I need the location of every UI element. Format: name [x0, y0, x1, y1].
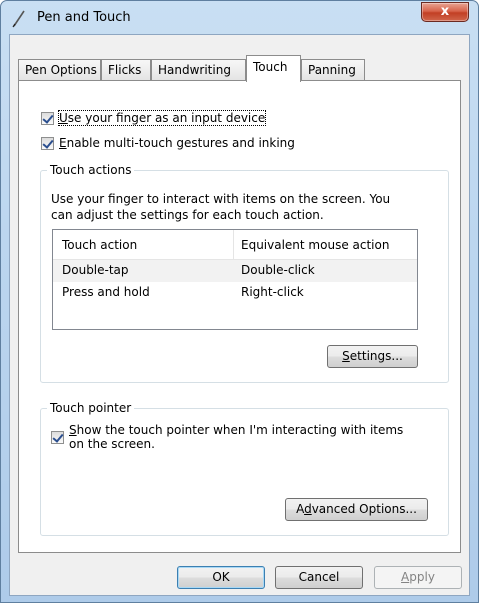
row-touch-action: Double-tap — [62, 263, 129, 277]
finger-input-checkbox[interactable] — [41, 112, 54, 125]
finger-input-label: Use your finger as an input device — [57, 110, 267, 126]
tab-panning[interactable]: Panning — [301, 59, 365, 81]
touch-actions-list[interactable]: Touch action Equivalent mouse action Dou… — [52, 229, 418, 330]
show-touch-pointer-checkbox-row[interactable]: Show the touch pointer when I'm interact… — [51, 423, 403, 451]
cancel-button[interactable]: Cancel — [275, 566, 363, 589]
settings-button[interactable]: Settings... — [327, 345, 418, 368]
multitouch-checkbox-row[interactable]: Enable multi-touch gestures and inking — [41, 136, 295, 150]
apply-button[interactable]: Apply — [374, 566, 462, 589]
tab-label: Panning — [308, 63, 356, 77]
show-touch-pointer-checkbox[interactable] — [51, 431, 64, 444]
pen-icon — [12, 10, 25, 28]
tab-label: Pen Options — [25, 63, 97, 77]
tab-handwriting[interactable]: Handwriting — [151, 59, 246, 81]
touch-actions-description: Use your finger to interact with items o… — [51, 191, 390, 223]
finger-input-checkbox-row[interactable]: Use your finger as an input device — [41, 110, 267, 126]
show-touch-pointer-label: Show the touch pointer when I'm interact… — [69, 423, 404, 451]
ok-button[interactable]: OK — [177, 566, 265, 589]
touch-pointer-group-title: Touch pointer — [47, 401, 135, 415]
list-row-press-and-hold[interactable]: Press and hold Right-click — [53, 282, 417, 304]
description-line: Use your finger to interact with items o… — [51, 192, 391, 206]
tab-flicks[interactable]: Flicks — [101, 59, 151, 81]
tab-touch[interactable]: Touch — [246, 55, 301, 82]
column-header-touch-action[interactable]: Touch action — [62, 238, 137, 252]
list-header: Touch action Equivalent mouse action — [53, 230, 417, 260]
tab-label: Touch — [253, 60, 288, 74]
title-bar[interactable]: Pen and Touch x — [1, 1, 478, 35]
window-title: Pen and Touch — [37, 10, 131, 25]
description-line: can adjust the settings for each touch a… — [51, 208, 324, 222]
multitouch-checkbox[interactable] — [41, 137, 54, 150]
touch-actions-group-title: Touch actions — [47, 163, 135, 177]
tab-label: Handwriting — [158, 63, 231, 77]
tab-label: Flicks — [108, 63, 142, 77]
list-row-double-tap[interactable]: Double-tap Double-click — [53, 260, 417, 282]
row-mouse-action: Double-click — [241, 263, 315, 277]
row-mouse-action: Right-click — [241, 285, 304, 299]
row-touch-action: Press and hold — [62, 285, 150, 299]
tab-pen-options[interactable]: Pen Options — [18, 59, 101, 81]
multitouch-label: Enable multi-touch gestures and inking — [59, 136, 295, 150]
column-separator[interactable] — [233, 230, 234, 259]
advanced-options-button[interactable]: Advanced Options... — [285, 498, 428, 521]
column-header-mouse-action[interactable]: Equivalent mouse action — [241, 238, 389, 252]
close-button[interactable]: x — [421, 2, 469, 22]
